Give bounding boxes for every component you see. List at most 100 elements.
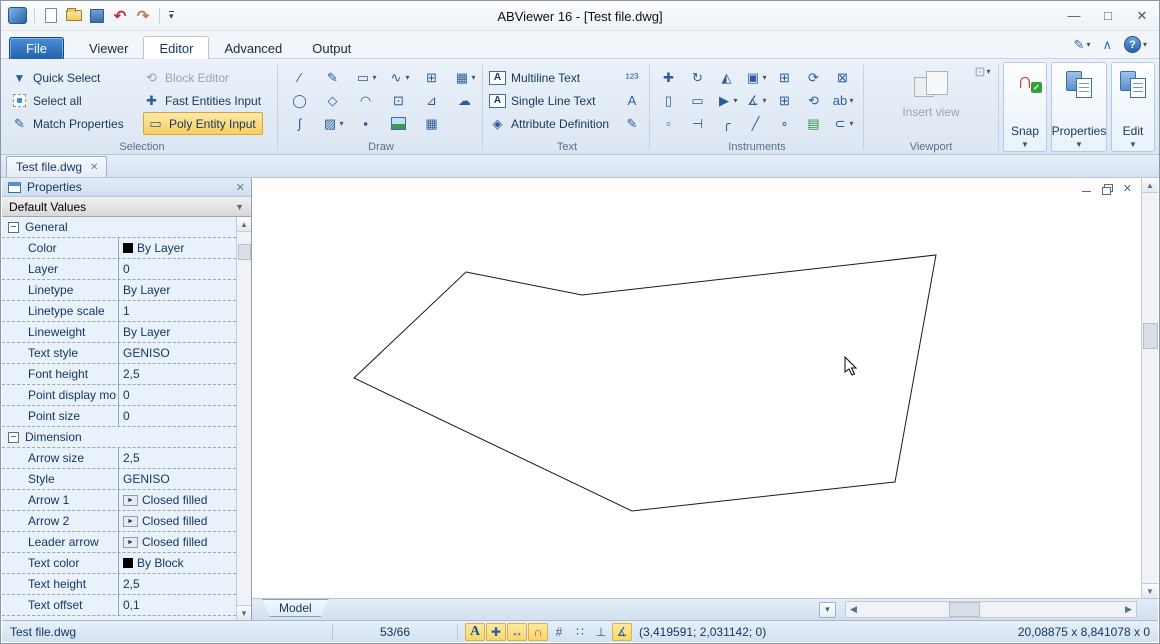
rotate-icon[interactable]: ↻ xyxy=(683,69,712,86)
close-panel-icon[interactable]: ✕ xyxy=(236,181,245,194)
collapse-icon[interactable]: − xyxy=(8,432,19,443)
ellipse-icon[interactable]: ◇ xyxy=(316,92,349,109)
style-editor-icon[interactable]: ✎▾ xyxy=(1074,37,1091,53)
boundary-icon[interactable]: ▦▾ xyxy=(448,69,481,86)
erase-icon[interactable]: ▣▾ xyxy=(741,69,770,86)
collapse-icon[interactable]: − xyxy=(8,222,19,233)
property-value[interactable]: 0 xyxy=(119,259,236,279)
section-header-general[interactable]: −General xyxy=(2,217,236,238)
quick-select-button[interactable]: ▼ Quick Select xyxy=(11,66,124,89)
chamfer-icon[interactable]: ╱ xyxy=(741,115,770,132)
open-file-icon[interactable] xyxy=(65,7,83,25)
preset-dropdown[interactable]: Default Values ▼ xyxy=(2,197,251,217)
edit-button[interactable]: Edit ▼ xyxy=(1111,62,1155,152)
measure-icon[interactable]: ∡▾ xyxy=(741,92,770,109)
close-tab-icon[interactable]: ✕ xyxy=(89,161,99,174)
properties-button[interactable]: Properties ▼ xyxy=(1051,62,1107,152)
polar-tracking-icon[interactable]: ∡ xyxy=(612,623,632,641)
app-logo-icon[interactable] xyxy=(8,7,27,24)
tab-viewer[interactable]: Viewer xyxy=(74,37,144,61)
tab-advanced[interactable]: Advanced xyxy=(209,37,297,61)
scroll-up-icon[interactable]: ▲ xyxy=(1142,178,1159,193)
model-tab[interactable]: Model xyxy=(262,599,329,617)
property-value[interactable]: 0,1 xyxy=(119,595,236,615)
text-display-icon[interactable]: A xyxy=(465,623,485,641)
dimensions-display-icon[interactable]: ↔ xyxy=(507,623,527,641)
property-value[interactable]: ►Closed filled xyxy=(119,532,236,552)
grid-dots-icon[interactable]: ∷ xyxy=(570,623,590,641)
panel-scrollbar[interactable]: ▲ ▼ xyxy=(236,217,251,620)
table-icon[interactable]: ▦ xyxy=(415,115,448,132)
property-value[interactable]: 2,5 xyxy=(119,574,236,594)
scroll-down-icon[interactable]: ▼ xyxy=(237,605,252,620)
tab-output[interactable]: Output xyxy=(297,37,366,61)
select-all-button[interactable]: Select all xyxy=(11,89,124,112)
fillet-icon[interactable]: ╭ xyxy=(712,115,741,132)
mdi-minimize-icon[interactable] xyxy=(1082,191,1091,192)
mdi-close-icon[interactable]: ✕ xyxy=(1123,182,1132,195)
spline-icon[interactable]: ∫ xyxy=(283,115,316,132)
explode-icon[interactable]: ⊠ xyxy=(828,69,857,86)
mirror-icon[interactable]: ◭ xyxy=(712,69,741,86)
property-value[interactable]: By Layer xyxy=(119,238,236,258)
offset-icon[interactable]: ▯ xyxy=(654,92,683,109)
copy-icon[interactable]: ⊞ xyxy=(770,69,799,86)
snap-button[interactable]: ∩✓ Snap ▼ xyxy=(1003,62,1047,152)
scroll-left-icon[interactable]: ◀ xyxy=(846,604,861,615)
scroll-track[interactable] xyxy=(861,602,1121,617)
align-icon[interactable]: ⊣ xyxy=(683,115,712,132)
scroll-thumb[interactable] xyxy=(1143,323,1158,349)
snap-magnet-icon[interactable]: ∩ xyxy=(528,623,548,641)
array-icon[interactable]: ⊞ xyxy=(770,92,799,109)
sketch-icon[interactable]: ✎ xyxy=(316,69,349,86)
save-file-icon[interactable] xyxy=(88,7,106,25)
text-style-edit-icon[interactable]: A xyxy=(621,92,643,109)
scroll-thumb[interactable] xyxy=(949,602,980,617)
multiline-text-button[interactable]: A Multiline Text xyxy=(489,66,609,89)
scroll-right-icon[interactable]: ▶ xyxy=(1121,604,1136,615)
poly-entity-input-button[interactable]: ▭ Poly Entity Input xyxy=(143,112,263,135)
property-value[interactable]: GENISO xyxy=(119,343,236,363)
attribute-definition-button[interactable]: ◈ Attribute Definition xyxy=(489,112,609,135)
collapse-ribbon-icon[interactable]: ∧ xyxy=(1102,37,1112,53)
horizontal-scrollbar[interactable]: ◀ ▶ xyxy=(845,601,1137,618)
property-value[interactable]: ►Closed filled xyxy=(119,490,236,510)
minimize-button[interactable]: — xyxy=(1057,3,1091,29)
vertical-scrollbar[interactable]: ▲ ▼ xyxy=(1141,178,1158,598)
scroll-thumb[interactable] xyxy=(238,244,251,260)
pick-point-icon[interactable]: ▶▾ xyxy=(712,92,741,109)
property-value[interactable]: 1 xyxy=(119,301,236,321)
document-tab[interactable]: Test file.dwg ✕ xyxy=(6,156,107,177)
scroll-down-icon[interactable]: ▼ xyxy=(1142,583,1159,598)
rename-icon[interactable]: ab▾ xyxy=(828,92,857,109)
weld-icon[interactable]: ∘ xyxy=(770,115,799,132)
property-value[interactable]: 0 xyxy=(119,406,236,426)
ortho-mode-icon[interactable]: ⊥ xyxy=(591,623,611,641)
toolbar-options-icon[interactable]: ▾ xyxy=(169,11,174,21)
add-to-library-icon[interactable]: ▤ xyxy=(799,115,828,132)
property-value[interactable]: By Layer xyxy=(119,280,236,300)
property-value[interactable]: 2,5 xyxy=(119,448,236,468)
hatch-icon[interactable]: ▨▾ xyxy=(316,115,349,132)
point-icon[interactable]: ▪ xyxy=(349,115,382,132)
grid-lines-icon[interactable]: # xyxy=(549,623,569,641)
close-button[interactable]: ✕ xyxy=(1125,3,1159,29)
fast-entities-input-button[interactable]: ✚ Fast Entities Input xyxy=(143,89,263,112)
copy-entities-icon[interactable]: ⊞ xyxy=(415,69,448,86)
single-line-text-button[interactable]: A Single Line Text xyxy=(489,89,609,112)
maximize-button[interactable]: □ xyxy=(1091,3,1125,29)
rotate-copy-icon[interactable]: ⟲ xyxy=(799,92,828,109)
line-icon[interactable]: ∕ xyxy=(283,69,316,86)
polyline-icon[interactable]: ∿▾ xyxy=(382,69,415,86)
entity-snap-icon[interactable]: ✚ xyxy=(486,623,506,641)
match-properties-button[interactable]: ✎ Match Properties xyxy=(11,112,124,135)
undo-icon[interactable]: ↶ xyxy=(111,7,129,25)
stretch-icon[interactable]: ▫ xyxy=(654,115,683,132)
tab-file[interactable]: File xyxy=(9,37,64,61)
image-icon[interactable] xyxy=(382,115,415,132)
text-numbering-icon[interactable]: ¹²³ xyxy=(621,69,643,86)
scroll-up-icon[interactable]: ▲ xyxy=(237,217,252,232)
property-value[interactable]: By Block xyxy=(119,553,236,573)
text-align-icon[interactable]: ✎ xyxy=(621,115,643,132)
drawing-canvas[interactable]: ✕ ▲ ▼ Model ▼ ◀ ▶ xyxy=(252,178,1158,620)
